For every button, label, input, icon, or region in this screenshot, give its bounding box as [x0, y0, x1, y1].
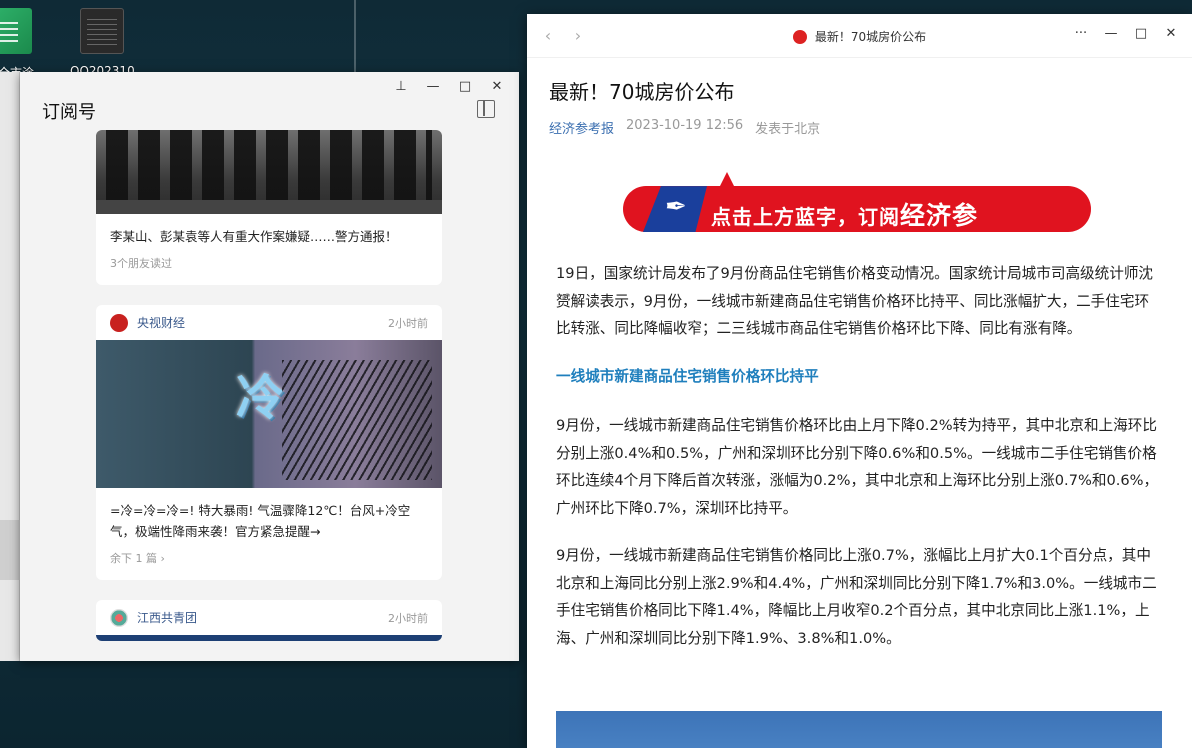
sidebar-toggle-icon[interactable] — [477, 100, 495, 118]
banner-text-big: 经济参 — [900, 201, 979, 230]
pen-icon — [643, 186, 707, 232]
screenshot-file-icon[interactable]: QQ20231019- — [70, 8, 134, 78]
tab-title-text: 最新！70城房价公布 — [814, 30, 927, 44]
window-controls: ⊥ — □ ✕ — [387, 76, 511, 96]
card-headline: 李某山、彭某袁等人有重大作案嫌疑……警方通报！ — [110, 229, 398, 244]
source-name[interactable]: 央视财经 — [137, 314, 185, 331]
feed-card[interactable]: 李某山、彭某袁等人有重大作案嫌疑……警方通报！ 3个朋友读过 — [96, 130, 442, 285]
feed-card[interactable]: 江西共青团 2小时前 — [96, 600, 442, 641]
author-link[interactable]: 经济参考报 — [549, 118, 614, 137]
publish-datetime: 2023-10-19 12:56 — [626, 118, 744, 133]
card-meta: 3个朋友读过 — [110, 257, 172, 270]
subscription-window: ⊥ — □ ✕ 订阅号 李某山、彭某袁等人有重大作案嫌疑……警方通报！ 3个朋友… — [20, 72, 519, 661]
article-feed: 李某山、彭某袁等人有重大作案嫌疑……警方通报！ 3个朋友读过 央视财经 2小时前… — [96, 130, 442, 661]
image-caption: 冷 — [236, 370, 285, 426]
close-button[interactable]: ✕ — [483, 76, 511, 96]
article-title: 最新！70城房价公布 — [549, 80, 735, 104]
article-paragraph: 9月份，一线城市新建商品住宅销售价格环比由上月下降0.2%转为持平，其中北京和上… — [556, 417, 1159, 517]
article-paragraph: 9月份，一线城市新建商品住宅销售价格同比上涨0.7%，涨幅比上月扩大0.1个百分… — [556, 547, 1157, 647]
banner-pointer — [719, 172, 735, 188]
card-header: 央视财经 2小时前 — [96, 305, 442, 340]
source-name[interactable]: 江西共青团 — [137, 609, 197, 626]
publisher-logo-icon — [792, 29, 807, 44]
banner-text-main: 点击上方蓝字，订阅 — [711, 205, 900, 229]
feed-card[interactable]: 央视财经 2小时前 冷 =冷=冷=冷=! 特大暴雨! 气温骤降12℃！台风+冷空… — [96, 305, 442, 580]
publish-time: 2小时前 — [388, 611, 428, 625]
image-file-icon — [80, 8, 124, 54]
news-image — [96, 130, 442, 214]
article-body: 19日，国家统计局发布了9月份商品住宅销售价格变动情况。国家统计局城市司高级统计… — [556, 260, 1162, 672]
publish-location: 发表于北京 — [755, 122, 821, 137]
card-header: 江西共青团 2小时前 — [96, 600, 442, 635]
window-title: 订阅号 — [42, 102, 96, 123]
tree-silhouette — [282, 360, 432, 480]
title-bar: ‹ › 最新！70城房价公布 ··· — □ ✕ — [527, 14, 1192, 58]
more-menu-button[interactable]: ··· — [1066, 26, 1096, 41]
window-controls: ··· — □ ✕ — [1066, 26, 1186, 41]
maximize-button[interactable]: □ — [451, 76, 479, 96]
subscribe-banner[interactable]: 点击上方蓝字，订阅经济参 — [623, 172, 1091, 232]
publish-time: 2小时前 — [388, 316, 428, 330]
card-headline: =冷=冷=冷=! 特大暴雨! 气温骤降12℃！台风+冷空气，极端性降雨来袭！官方… — [110, 503, 411, 539]
pin-button[interactable]: ⊥ — [387, 76, 415, 96]
article-window: ‹ › 最新！70城房价公布 ··· — □ ✕ 最新！70城房价公布 经济参考… — [527, 14, 1192, 748]
article-image — [556, 711, 1162, 748]
minimize-button[interactable]: — — [1096, 26, 1126, 41]
source-logo-icon — [110, 608, 128, 627]
background-window-edge — [0, 72, 20, 661]
minimize-button[interactable]: — — [419, 76, 447, 96]
desktop-divider — [354, 0, 356, 80]
background-selected-item — [0, 520, 20, 580]
source-logo-icon — [110, 313, 128, 332]
article-meta: 经济参考报 2023-10-19 12:56 发表于北京 — [549, 118, 820, 137]
banner-text: 点击上方蓝字，订阅经济参 — [711, 196, 978, 232]
news-image — [96, 635, 442, 641]
maximize-button[interactable]: □ — [1126, 26, 1156, 41]
spreadsheet-file-icon[interactable]: 查全市涂 — [0, 8, 42, 81]
close-button[interactable]: ✕ — [1156, 26, 1186, 41]
article-paragraph: 19日，国家统计局发布了9月份商品住宅销售价格变动情况。国家统计局城市司高级统计… — [556, 265, 1154, 337]
news-image: 冷 — [96, 340, 442, 488]
more-articles-link[interactable]: 余下 1 篇 › — [96, 542, 442, 580]
section-heading: 一线城市新建商品住宅销售价格环比持平 — [556, 367, 819, 385]
spreadsheet-icon — [0, 8, 32, 54]
